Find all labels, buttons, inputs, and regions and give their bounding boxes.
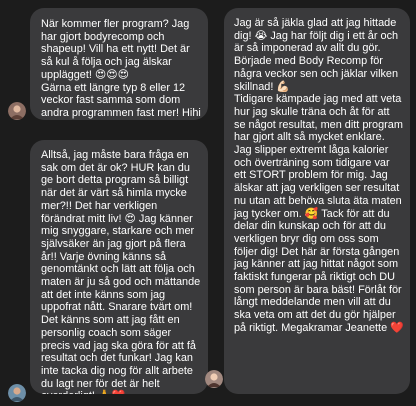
avatar[interactable] (205, 370, 223, 388)
avatar[interactable] (8, 384, 26, 402)
message-bubble-1: När kommer fler program? Jag har gjort b… (30, 8, 208, 120)
message-bubble-2: Alltså, jag måste bara fråga en sak om d… (30, 140, 208, 394)
message-bubble-3: Jag är så jäkla glad att jag hittade dig… (224, 8, 410, 394)
avatar[interactable] (8, 102, 26, 120)
